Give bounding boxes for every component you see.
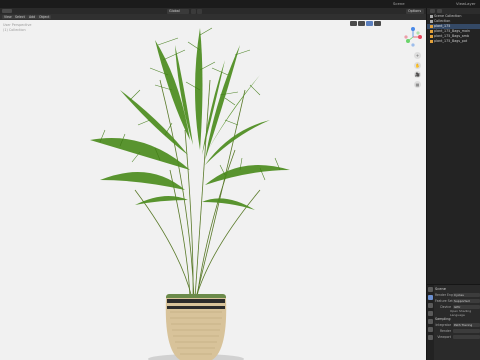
tool-tab-icon[interactable] [428,287,433,292]
render-engine-dropdown[interactable]: Cycles [453,292,480,298]
display-mode-icon[interactable] [430,9,435,13]
collection-icon [430,14,433,18]
output-tab-icon[interactable] [428,303,433,308]
object-icon [430,24,433,28]
object-icon [430,29,433,33]
viewport-samples-row: Viewport [435,334,480,340]
view-layer-tab-icon[interactable] [428,311,433,316]
transform-orientation-dropdown[interactable]: Global [167,8,189,14]
outliner-panel[interactable]: Scene Collection Collection plant_175 pl… [426,8,480,284]
potted-palm-model[interactable] [60,20,360,360]
properties-panel[interactable]: Scene Render Engine Cycles Feature Set S… [426,284,480,360]
render-samples-field[interactable] [453,328,480,334]
pan-hand-icon[interactable]: ✋ [414,61,421,69]
proportional-edit-icon[interactable] [197,8,202,14]
navigation-gizmo[interactable] [402,24,424,50]
object-tab-icon[interactable] [428,335,433,340]
rendered-shading-icon[interactable] [374,21,381,26]
outliner-row[interactable]: plant_175_Bags_pot [427,39,480,44]
object-icon [430,34,433,38]
viewport-navigation: + ✋ 🎥 ▦ [414,52,421,90]
zoom-icon[interactable]: + [414,52,421,59]
options-dropdown[interactable]: Options [406,8,424,14]
collection-icon [430,19,433,23]
view-layer-selector[interactable]: ViewLayer [456,1,476,6]
snap-icon[interactable] [191,8,196,14]
grid-icon[interactable]: ▦ [414,80,421,88]
3d-viewport[interactable]: Global Options View Select Add Object Us… [0,8,426,360]
object-menu[interactable]: Object [37,15,52,19]
filter-icon[interactable] [437,9,442,13]
top-bar [0,0,480,8]
view-menu[interactable]: View [2,15,14,19]
properties-tabs [427,285,434,360]
render-tab-icon[interactable] [428,295,433,300]
viewport-samples-field[interactable] [453,334,480,340]
view-perspective-label: User Perspective [3,23,32,27]
world-tab-icon[interactable] [428,327,433,332]
viewport-overlay-text: User Perspective (1) Collection [3,23,31,32]
active-collection-label: (1) Collection [3,27,26,32]
add-menu[interactable]: Add [27,15,38,19]
integrator-dropdown[interactable]: Path Tracing [453,322,480,328]
select-menu[interactable]: Select [13,15,27,19]
camera-icon[interactable]: 🎥 [414,71,421,78]
editor-type-button[interactable] [2,9,12,13]
material-shading-icon[interactable] [366,21,373,26]
scene-tab-icon[interactable] [428,319,433,324]
open-shading-checkbox-label: Open Shading Language [450,309,472,317]
feature-set-dropdown[interactable]: Supported [453,298,480,304]
scene-selector[interactable]: Scene [393,1,405,6]
object-icon [430,39,433,43]
